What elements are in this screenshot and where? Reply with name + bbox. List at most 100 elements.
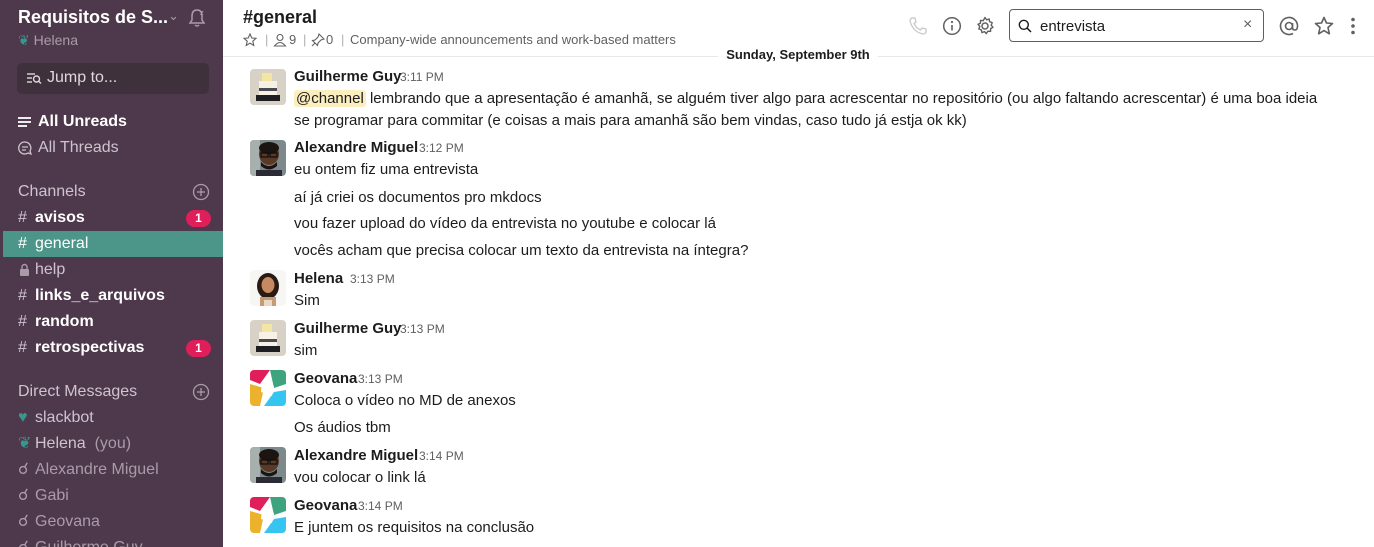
dm-item-slackbot[interactable]: ♥ slackbot xyxy=(18,405,223,431)
helena-avatar-icon xyxy=(250,270,286,306)
members-icon[interactable] xyxy=(273,33,287,47)
alexandre-avatar-icon xyxy=(250,140,286,176)
dm-item-geovana[interactable]: ☌ Geovana xyxy=(18,509,223,535)
search-input[interactable] xyxy=(1040,15,1230,37)
avatar[interactable] xyxy=(250,320,286,356)
message-line: aí já criei os documentos pro mkdocs xyxy=(294,189,542,206)
channel-title[interactable]: #general xyxy=(243,7,317,28)
dm-item-guilherme-guy[interactable]: ☌ Guilherme Guy xyxy=(18,535,223,547)
hash-icon: # xyxy=(18,313,27,330)
message-author[interactable]: Geovana xyxy=(294,497,357,514)
date-divider[interactable]: Sunday, September 9th xyxy=(718,47,878,67)
jump-to-button[interactable]: Jump to... xyxy=(17,63,209,94)
more-options-icon[interactable] xyxy=(1343,16,1363,36)
avatar[interactable] xyxy=(250,447,286,483)
starred-items-icon[interactable] xyxy=(1314,16,1334,36)
message-author[interactable]: Alexandre Miguel xyxy=(294,139,418,156)
channel-label: links_e_arquivos xyxy=(35,287,165,304)
clear-search-icon[interactable]: × xyxy=(1243,16,1252,34)
channel-label: random xyxy=(35,313,94,330)
workspace-name[interactable]: Requisitos de S... xyxy=(18,7,168,28)
member-count[interactable]: 9 xyxy=(289,32,296,47)
sidebar-item-all-threads[interactable]: All Threads xyxy=(18,135,223,161)
geovana-avatar-icon xyxy=(250,370,286,406)
sidebar-item-all-unreads[interactable]: All Unreads xyxy=(18,109,223,135)
pin-count[interactable]: 0 xyxy=(326,32,333,47)
message-line: vou fazer upload do vídeo da entrevista … xyxy=(294,215,716,232)
pin-icon[interactable] xyxy=(311,33,325,47)
dm-item-helena[interactable]: ❦ Helena (you) xyxy=(18,431,223,457)
avatar[interactable] xyxy=(250,140,286,176)
unread-badge: 1 xyxy=(186,340,211,357)
channel-mention[interactable]: @channel xyxy=(294,90,366,107)
meta-divider: | xyxy=(341,32,345,47)
dm-label: Guilherme Guy xyxy=(35,535,143,547)
sidebar-item-general[interactable]: # general xyxy=(18,231,223,257)
dm-label: Geovana xyxy=(35,513,100,530)
current-user[interactable]: ❦ Helena xyxy=(18,32,78,49)
svg-text:z: z xyxy=(200,9,204,17)
message-timestamp[interactable]: 3:12 PM xyxy=(419,141,464,155)
jump-to-label: Jump to... xyxy=(47,69,118,86)
message-line: Os áudios tbm xyxy=(294,419,391,436)
message-line: eu ontem fiz uma entrevista xyxy=(294,161,479,178)
message-timestamp[interactable]: 3:13 PM xyxy=(400,322,445,336)
avatar[interactable] xyxy=(250,370,286,406)
message-author[interactable]: Guilherme Guy xyxy=(294,68,402,85)
guilherme-avatar-icon xyxy=(250,320,286,356)
star-icon[interactable] xyxy=(243,33,257,47)
dm-label: slackbot xyxy=(35,409,94,426)
away-presence-icon: ☌ xyxy=(18,535,29,547)
bell-icon[interactable]: z xyxy=(186,7,208,29)
gear-icon[interactable] xyxy=(975,16,995,36)
sidebar-item-help[interactable]: help xyxy=(18,257,223,283)
dm-item-gabi[interactable]: ☌ Gabi xyxy=(18,483,223,509)
away-presence-icon: ☌ xyxy=(18,513,29,530)
channel-label: retrospectivas xyxy=(35,339,145,356)
away-presence-icon: ☌ xyxy=(18,487,29,504)
workspace-switcher[interactable]: Requisitos de S... ⌄ z xyxy=(18,7,218,29)
message-timestamp[interactable]: 3:14 PM xyxy=(419,449,464,463)
info-icon[interactable] xyxy=(942,16,962,36)
sidebar-item-random[interactable]: # random xyxy=(18,309,223,335)
add-dm-icon[interactable] xyxy=(192,383,210,401)
channel-topic[interactable]: Company-wide announcements and work-base… xyxy=(350,32,676,47)
mentions-icon[interactable] xyxy=(1279,16,1299,36)
dm-item-alexandre-miguel[interactable]: ☌ Alexandre Miguel xyxy=(18,457,223,483)
direct-messages-header[interactable]: Direct Messages xyxy=(18,383,137,401)
message-author[interactable]: Guilherme Guy xyxy=(294,320,402,337)
you-suffix: (you) xyxy=(94,435,132,452)
channel-label: general xyxy=(35,235,89,252)
avatar[interactable] xyxy=(250,69,286,105)
avatar[interactable] xyxy=(250,270,286,306)
message-timestamp[interactable]: 3:11 PM xyxy=(400,70,444,84)
channels-header[interactable]: Channels xyxy=(18,183,86,201)
message-timestamp[interactable]: 3:13 PM xyxy=(358,372,403,386)
message-timestamp[interactable]: 3:14 PM xyxy=(358,499,403,513)
message-author[interactable]: Helena xyxy=(294,270,343,287)
sidebar-item-avisos[interactable]: # avisos 1 xyxy=(18,205,223,231)
sidebar-item-links-e-arquivos[interactable]: # links_e_arquivos xyxy=(18,283,223,309)
message-author[interactable]: Geovana xyxy=(294,370,357,387)
message-line: vocês acham que precisa colocar um texto… xyxy=(294,242,749,259)
chevron-down-icon[interactable]: ⌄ xyxy=(168,8,179,24)
search-box[interactable]: × xyxy=(1009,9,1264,42)
alexandre-avatar-icon xyxy=(250,447,286,483)
dm-label: Gabi xyxy=(35,487,69,504)
hash-icon: # xyxy=(18,287,27,304)
lock-icon xyxy=(20,263,29,276)
guilherme-avatar-icon xyxy=(250,69,286,105)
threads-icon xyxy=(18,141,32,156)
avatar[interactable] xyxy=(250,497,286,533)
sidebar-item-retrospectivas[interactable]: # retrospectivas 1 xyxy=(18,335,223,361)
hash-icon: # xyxy=(18,209,27,226)
channel-label: help xyxy=(35,261,66,278)
add-channel-icon[interactable] xyxy=(192,183,210,201)
channel-label: avisos xyxy=(35,209,85,226)
search-icon xyxy=(1018,19,1032,33)
message-author[interactable]: Alexandre Miguel xyxy=(294,447,418,464)
message-line: vou colocar o link lá xyxy=(294,469,426,486)
call-icon[interactable] xyxy=(908,16,928,36)
meta-divider: | xyxy=(303,32,307,47)
message-timestamp[interactable]: 3:13 PM xyxy=(350,272,395,286)
